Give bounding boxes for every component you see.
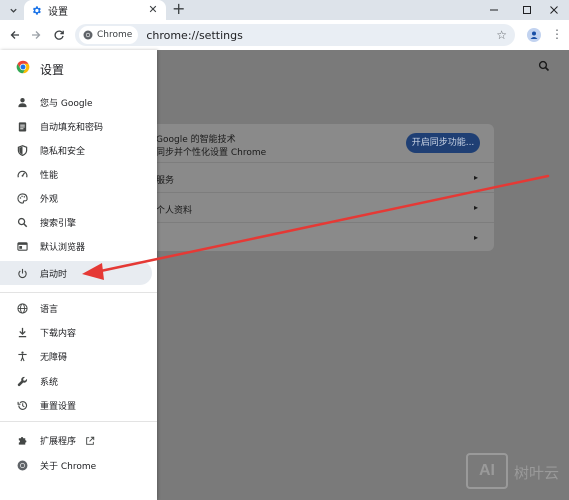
chevron-right-icon: ▸ <box>474 173 479 182</box>
settings-search-icon[interactable] <box>538 60 552 74</box>
url-text: chrome://settings <box>146 28 243 42</box>
card-row-label: 服务 <box>156 176 175 186</box>
nav-item-downloads[interactable]: 下载内容 <box>0 320 152 344</box>
address-bar[interactable]: Chrome chrome://settings ☆ <box>75 24 515 46</box>
nav-label: 性能 <box>40 170 59 181</box>
card-row-label: 个人资料 <box>156 206 193 216</box>
settings-nav-drawer: 设置 您与 Google 自动填充和密码 隐私和安全 性能 外观 搜索引擎 默认… <box>0 50 157 500</box>
more-menu-icon[interactable]: ⋮ <box>551 27 563 41</box>
nav-label: 关于 Chrome <box>40 461 97 472</box>
nav-label: 您与 Google <box>40 98 93 109</box>
reload-icon[interactable] <box>51 27 67 43</box>
forward-arrow-icon[interactable] <box>28 27 44 43</box>
nav-label: 搜索引擎 <box>40 218 77 229</box>
watermark-logo: AI <box>466 453 508 489</box>
nav-item-system[interactable]: 系统 <box>0 369 152 393</box>
nav-item-extensions[interactable]: 扩展程序 <box>0 428 152 452</box>
nav-item-default-browser[interactable]: 默认浏览器 <box>0 234 152 258</box>
turn-on-sync-button[interactable]: 开启同步功能... <box>406 133 480 153</box>
history-icon <box>16 399 28 411</box>
tab-search-chevron-icon[interactable] <box>5 2 21 18</box>
nav-item-languages[interactable]: 语言 <box>0 296 152 320</box>
nav-item-on-startup[interactable]: 启动时 <box>0 261 152 285</box>
puzzle-icon <box>16 434 28 446</box>
watermark-text: 树叶云 <box>514 464 560 482</box>
minimize-window-icon[interactable] <box>479 0 509 20</box>
nav-label: 默认浏览器 <box>40 242 86 253</box>
new-tab-button[interactable]: + <box>172 1 185 17</box>
card-row-more[interactable]: ▸ <box>140 223 494 251</box>
drawer-header: 设置 <box>0 50 157 84</box>
power-icon <box>16 267 28 279</box>
tab-title: 设置 <box>48 6 68 18</box>
nav-item-performance[interactable]: 性能 <box>0 162 152 186</box>
wrench-icon <box>16 375 28 387</box>
nav-label: 扩展程序 <box>40 436 77 447</box>
accessibility-icon <box>16 350 28 362</box>
nav-item-search-engine[interactable]: 搜索引擎 <box>0 210 152 234</box>
clipboard-icon <box>16 120 28 132</box>
nav-label: 系统 <box>40 377 59 388</box>
search-icon <box>16 216 28 228</box>
nav-label: 自动填充和密码 <box>40 122 104 133</box>
nav-item-autofill[interactable]: 自动填充和密码 <box>0 114 152 138</box>
chrome-icon <box>16 459 28 471</box>
shield-icon <box>16 144 28 156</box>
nav-item-about-chrome[interactable]: 关于 Chrome <box>0 453 152 477</box>
nav-label: 外观 <box>40 194 59 205</box>
tab-strip: 设置 ✕ + <box>0 0 569 20</box>
palette-icon <box>16 192 28 204</box>
nav-item-accessibility[interactable]: 无障碍 <box>0 344 152 368</box>
chrome-logo-icon <box>16 60 30 74</box>
bookmark-star-icon[interactable]: ☆ <box>496 28 507 42</box>
drawer-separator <box>0 421 157 422</box>
profile-avatar-icon[interactable] <box>527 28 541 42</box>
back-arrow-icon[interactable] <box>7 27 23 43</box>
tab-settings[interactable]: 设置 ✕ <box>24 0 166 20</box>
person-icon <box>16 96 28 108</box>
maximize-window-icon[interactable] <box>512 0 542 20</box>
browser-toolbar: Chrome chrome://settings ☆ ⋮ <box>0 20 569 50</box>
close-tab-icon[interactable]: ✕ <box>146 3 160 17</box>
sync-row: Google 的智能技术 同步并个性化设置 Chrome 开启同步功能... <box>140 124 494 162</box>
site-chip[interactable]: Chrome <box>79 26 139 44</box>
nav-label: 隐私和安全 <box>40 146 86 157</box>
drawer-title: 设置 <box>40 63 65 77</box>
chevron-right-icon: ▸ <box>474 233 479 242</box>
nav-label: 重置设置 <box>40 401 77 412</box>
sync-card: Google 的智能技术 同步并个性化设置 Chrome 开启同步功能... 服… <box>140 124 494 251</box>
nav-item-reset[interactable]: 重置设置 <box>0 393 152 417</box>
sync-subtitle: 同步并个性化设置 Chrome <box>156 148 267 158</box>
drawer-separator <box>0 292 157 293</box>
watermark: AI 树叶云 <box>466 453 566 493</box>
sync-title: Google 的智能技术 <box>156 135 236 145</box>
nav-item-privacy[interactable]: 隐私和安全 <box>0 138 152 162</box>
speedometer-icon <box>16 168 28 180</box>
chrome-logo-icon <box>83 30 93 40</box>
site-chip-label: Chrome <box>97 30 133 40</box>
card-row-profile[interactable]: 个人资料 ▸ <box>140 193 494 222</box>
nav-label: 下载内容 <box>40 328 77 339</box>
card-row-services[interactable]: 服务 ▸ <box>140 163 494 192</box>
close-window-icon[interactable] <box>539 0 569 20</box>
browser-window-icon <box>16 240 28 252</box>
external-link-icon <box>85 435 95 445</box>
chevron-right-icon: ▸ <box>474 203 479 212</box>
nav-label: 语言 <box>40 304 59 315</box>
download-icon <box>16 326 28 338</box>
gear-icon <box>30 4 42 16</box>
nav-item-appearance[interactable]: 外观 <box>0 186 152 210</box>
nav-label: 无障碍 <box>40 352 68 363</box>
globe-icon <box>16 302 28 314</box>
nav-label: 启动时 <box>40 269 68 280</box>
nav-item-you-and-google[interactable]: 您与 Google <box>0 90 152 114</box>
